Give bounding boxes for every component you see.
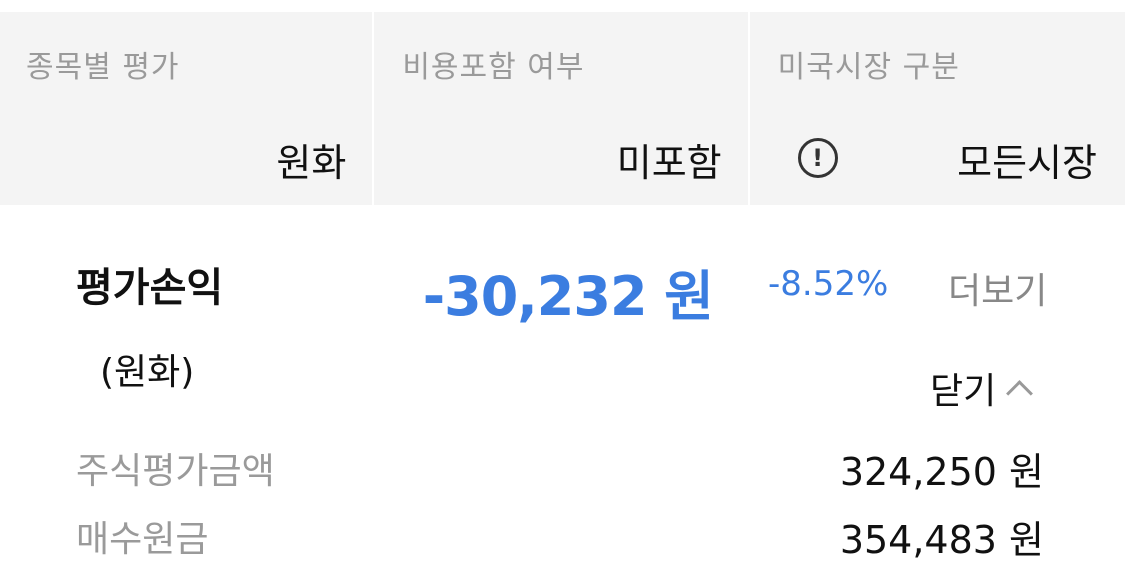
evaluation-currency-filter[interactable]: 종목별 평가 원화 xyxy=(0,12,373,205)
profit-loss-title: 평가손익 xyxy=(76,265,224,311)
chevron-up-icon xyxy=(1006,379,1034,407)
collapse-button[interactable]: 닫기 xyxy=(930,362,1034,414)
filter-value: 미포함 xyxy=(616,141,722,185)
fee-inclusion-filter[interactable]: 비용포함 여부 미포함 xyxy=(374,12,748,205)
detail-row: 주식평가금액 324,250 원 xyxy=(76,440,1044,496)
currency-subtitle: (원화) xyxy=(100,352,195,393)
filter-bar: 종목별 평가 원화 비용포함 여부 미포함 미국시장 구분 ! 모든시장 xyxy=(0,12,1125,205)
purchase-principal-label: 매수원금 xyxy=(76,519,209,560)
stock-valuation-label: 주식평가금액 xyxy=(76,451,275,492)
us-market-filter[interactable]: 미국시장 구분 ! 모든시장 xyxy=(749,12,1125,205)
purchase-principal-value: 354,483 원 xyxy=(839,517,1044,562)
detail-row: 매수원금 354,483 원 xyxy=(76,508,1044,564)
profit-loss-amount: -30,232 원 xyxy=(422,265,714,328)
profit-loss-rate: -8.52% xyxy=(768,264,889,304)
collapse-label: 닫기 xyxy=(930,371,997,412)
filter-value: 원화 xyxy=(276,141,347,185)
info-icon[interactable]: ! xyxy=(797,138,838,178)
more-button[interactable]: 더보기 xyxy=(948,262,1047,314)
filter-value: 모든시장 xyxy=(957,141,1097,185)
filter-label: 종목별 평가 xyxy=(26,50,180,85)
filter-label: 미국시장 구분 xyxy=(777,50,960,85)
filter-label: 비용포함 여부 xyxy=(402,50,585,85)
portfolio-evaluation-screen: 종목별 평가 원화 비용포함 여부 미포함 미국시장 구분 ! 모든시장 평가손… xyxy=(0,0,1125,587)
stock-valuation-value: 324,250 원 xyxy=(839,449,1044,494)
